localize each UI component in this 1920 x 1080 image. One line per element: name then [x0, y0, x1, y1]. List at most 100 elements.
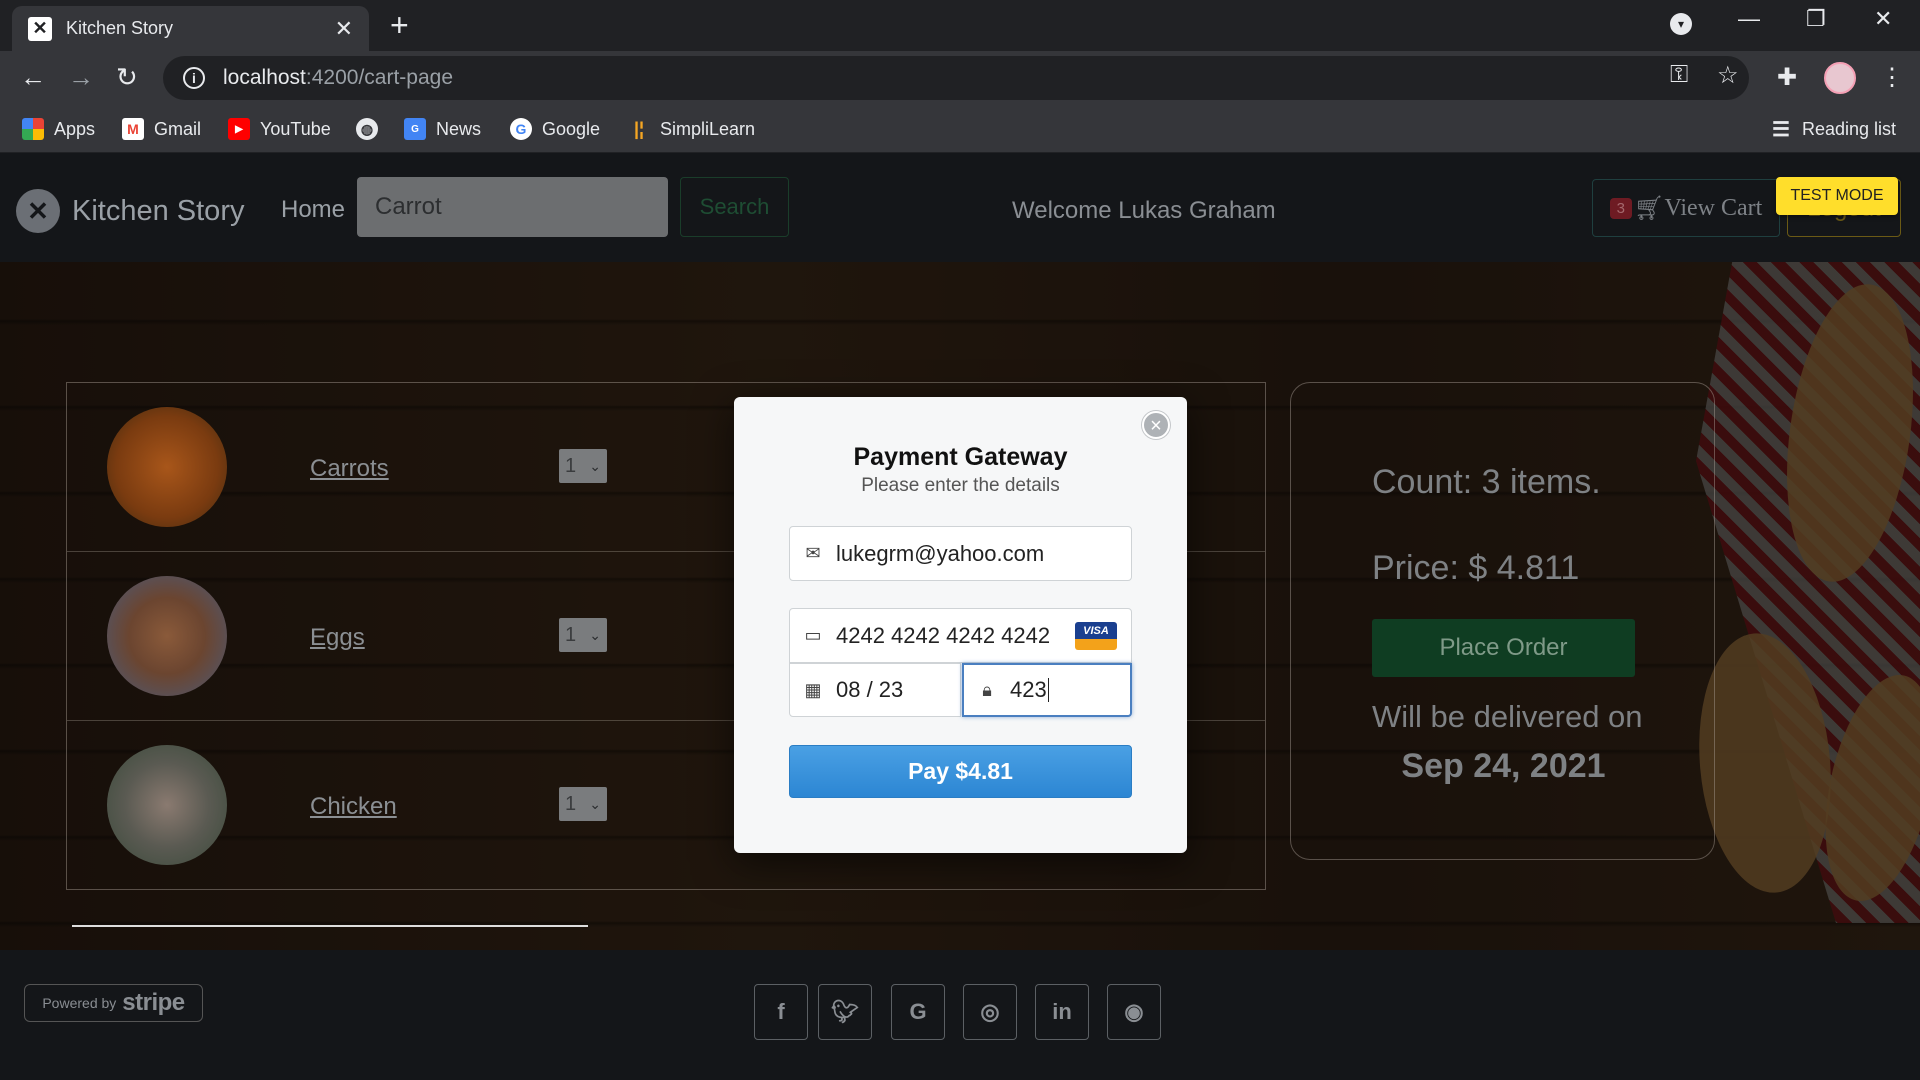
- quantity-value: 1: [565, 455, 577, 477]
- item-name-link[interactable]: Eggs: [310, 624, 365, 652]
- browser-tab[interactable]: ✕ Kitchen Story ✕: [12, 6, 369, 51]
- facebook-icon[interactable]: f: [754, 984, 808, 1040]
- brand-name: Kitchen Story: [72, 194, 245, 227]
- scrollbar-indicator[interactable]: [72, 925, 588, 927]
- bookmark-simplilearn[interactable]: |¦ SimpliLearn: [628, 115, 755, 143]
- search-input[interactable]: [357, 177, 668, 237]
- view-cart-button[interactable]: 3 🛒︎ View Cart: [1592, 179, 1780, 237]
- reading-list-label: Reading list: [1802, 118, 1897, 139]
- bookmark-youtube[interactable]: ▶ YouTube: [228, 115, 331, 143]
- chevron-down-icon: ⌄: [589, 458, 601, 474]
- brand[interactable]: ✕ Kitchen Story: [16, 189, 244, 233]
- bookmark-globe[interactable]: ◍: [356, 115, 388, 143]
- pay-button[interactable]: Pay $4.81: [789, 745, 1132, 798]
- close-modal-icon[interactable]: ×: [1142, 411, 1170, 439]
- chevron-down-icon: ⌄: [589, 627, 601, 643]
- youtube-icon: ▶: [228, 118, 250, 140]
- profile-avatar[interactable]: [1824, 62, 1856, 94]
- delivery-label: Will be delivered on: [1372, 699, 1643, 734]
- lock-icon: 🔒︎: [982, 679, 992, 700]
- linkedin-icon[interactable]: in: [1035, 984, 1089, 1040]
- quantity-select[interactable]: 1 ⌄: [559, 618, 607, 652]
- apps-icon: [22, 118, 44, 140]
- search-button[interactable]: Search: [680, 177, 789, 237]
- bookmark-news[interactable]: G News: [404, 115, 481, 143]
- chevron-down-icon: ⌄: [589, 796, 601, 812]
- kitchen-logo-icon: ✕: [16, 189, 60, 233]
- bookmark-label: News: [436, 118, 482, 139]
- bookmark-google[interactable]: G Google: [510, 115, 600, 143]
- item-count: Count: 3 items.: [1372, 463, 1601, 501]
- quantity-select[interactable]: 1 ⌄: [559, 449, 607, 483]
- forward-icon[interactable]: →: [68, 62, 94, 92]
- bookmark-label: Google: [542, 118, 601, 139]
- back-icon[interactable]: ←: [20, 62, 46, 92]
- tab-title: Kitchen Story: [66, 18, 174, 38]
- expiry-value: 08 / 23: [836, 677, 904, 702]
- carrots-image: [107, 407, 227, 527]
- address-bar[interactable]: i localhost:4200/cart-page: [163, 56, 1749, 100]
- bookmark-label: YouTube: [260, 118, 331, 139]
- url-path: :4200/cart-page: [305, 66, 453, 89]
- tab-close-icon[interactable]: ✕: [335, 16, 353, 42]
- bookmark-label: Gmail: [154, 118, 202, 139]
- envelope-icon: ✉: [805, 543, 821, 563]
- card-number-value: 4242 4242 4242 4242: [836, 622, 1051, 648]
- twitter-icon[interactable]: 🐦︎: [818, 984, 872, 1040]
- visa-card-icon: VISA: [1075, 622, 1117, 650]
- modal-title: Payment Gateway: [853, 443, 1068, 471]
- extensions-icon[interactable]: ✚: [1777, 63, 1797, 92]
- modal-subtitle: Please enter the details: [861, 475, 1060, 496]
- powered-by-stripe-badge[interactable]: Powered by stripe: [24, 984, 203, 1022]
- bookmarks-bar: Apps M Gmail ▶ YouTube ◍ G News G Google…: [0, 105, 1920, 153]
- instagram-icon[interactable]: ◎: [963, 984, 1017, 1040]
- key-icon[interactable]: ⚿: [1670, 61, 1688, 89]
- place-order-button[interactable]: Place Order: [1372, 619, 1635, 677]
- order-summary: Count: 3 items. Price: $ 4.811 Place Ord…: [1290, 382, 1715, 860]
- site-footer: Powered by stripe f 🐦︎ G ◎ in ◉: [0, 950, 1920, 1080]
- quantity-value: 1: [565, 624, 577, 646]
- payment-modal: × Payment Gateway Please enter the detai…: [734, 397, 1187, 853]
- item-name-link[interactable]: Chicken: [310, 793, 397, 821]
- bookmark-label: Apps: [54, 118, 96, 139]
- simplilearn-icon: |¦: [633, 118, 645, 139]
- menu-icon[interactable]: ⋮: [1880, 63, 1904, 92]
- site-info-icon[interactable]: i: [183, 67, 205, 89]
- new-tab-icon[interactable]: +: [390, 8, 409, 42]
- view-cart-label: View Cart: [1664, 194, 1763, 221]
- bookmark-star-icon[interactable]: ☆: [1717, 61, 1739, 90]
- tab-search-icon[interactable]: ▾: [1670, 13, 1692, 35]
- bookmark-gmail[interactable]: M Gmail: [122, 115, 201, 143]
- browser-toolbar: ← → ↻ i localhost:4200/cart-page ⚿ ☆ ✚ ⋮: [0, 51, 1920, 105]
- reading-list-icon: ☰: [1772, 118, 1790, 141]
- restore-icon[interactable]: ❐: [1806, 6, 1826, 32]
- test-mode-badge: TEST MODE: [1776, 177, 1898, 215]
- eggs-image: [107, 576, 227, 696]
- minimize-icon[interactable]: —: [1738, 6, 1760, 32]
- quantity-value: 1: [565, 793, 577, 815]
- total-price: Price: $ 4.811: [1372, 549, 1580, 587]
- close-window-icon[interactable]: ✕: [1874, 6, 1892, 32]
- expiry-field[interactable]: ▦ 08 / 23: [789, 663, 961, 717]
- kitchen-story-favicon-icon: ✕: [28, 16, 52, 41]
- email-value: lukegrm@yahoo.com: [836, 540, 1045, 566]
- cart-icon: 🛒︎: [1634, 195, 1665, 222]
- bookmark-apps[interactable]: Apps: [22, 115, 95, 143]
- reading-list[interactable]: ☰ Reading list: [1770, 115, 1896, 143]
- email-field[interactable]: ✉ lukegrm@yahoo.com: [789, 526, 1132, 581]
- cvc-value: 423: [1010, 677, 1047, 702]
- powered-by-label: Powered by: [42, 995, 117, 1011]
- credit-card-icon: ▭: [804, 625, 822, 645]
- reload-icon[interactable]: ↻: [116, 62, 138, 92]
- cvc-field[interactable]: 🔒︎ 423: [962, 663, 1132, 717]
- nav-home-link[interactable]: Home: [281, 196, 345, 224]
- item-name-link[interactable]: Carrots: [310, 455, 389, 483]
- text-cursor: [1047, 678, 1049, 702]
- quantity-select[interactable]: 1 ⌄: [559, 787, 607, 821]
- google-icon[interactable]: G: [891, 984, 945, 1040]
- site-navbar: ✕ Kitchen Story Home Search Welcome Luka…: [0, 153, 1920, 262]
- chicken-image: [107, 745, 227, 865]
- github-icon[interactable]: ◉: [1107, 984, 1161, 1040]
- card-number-field[interactable]: ▭ 4242 4242 4242 4242 VISA: [789, 608, 1132, 663]
- welcome-text: Welcome Lukas Graham: [1012, 197, 1276, 224]
